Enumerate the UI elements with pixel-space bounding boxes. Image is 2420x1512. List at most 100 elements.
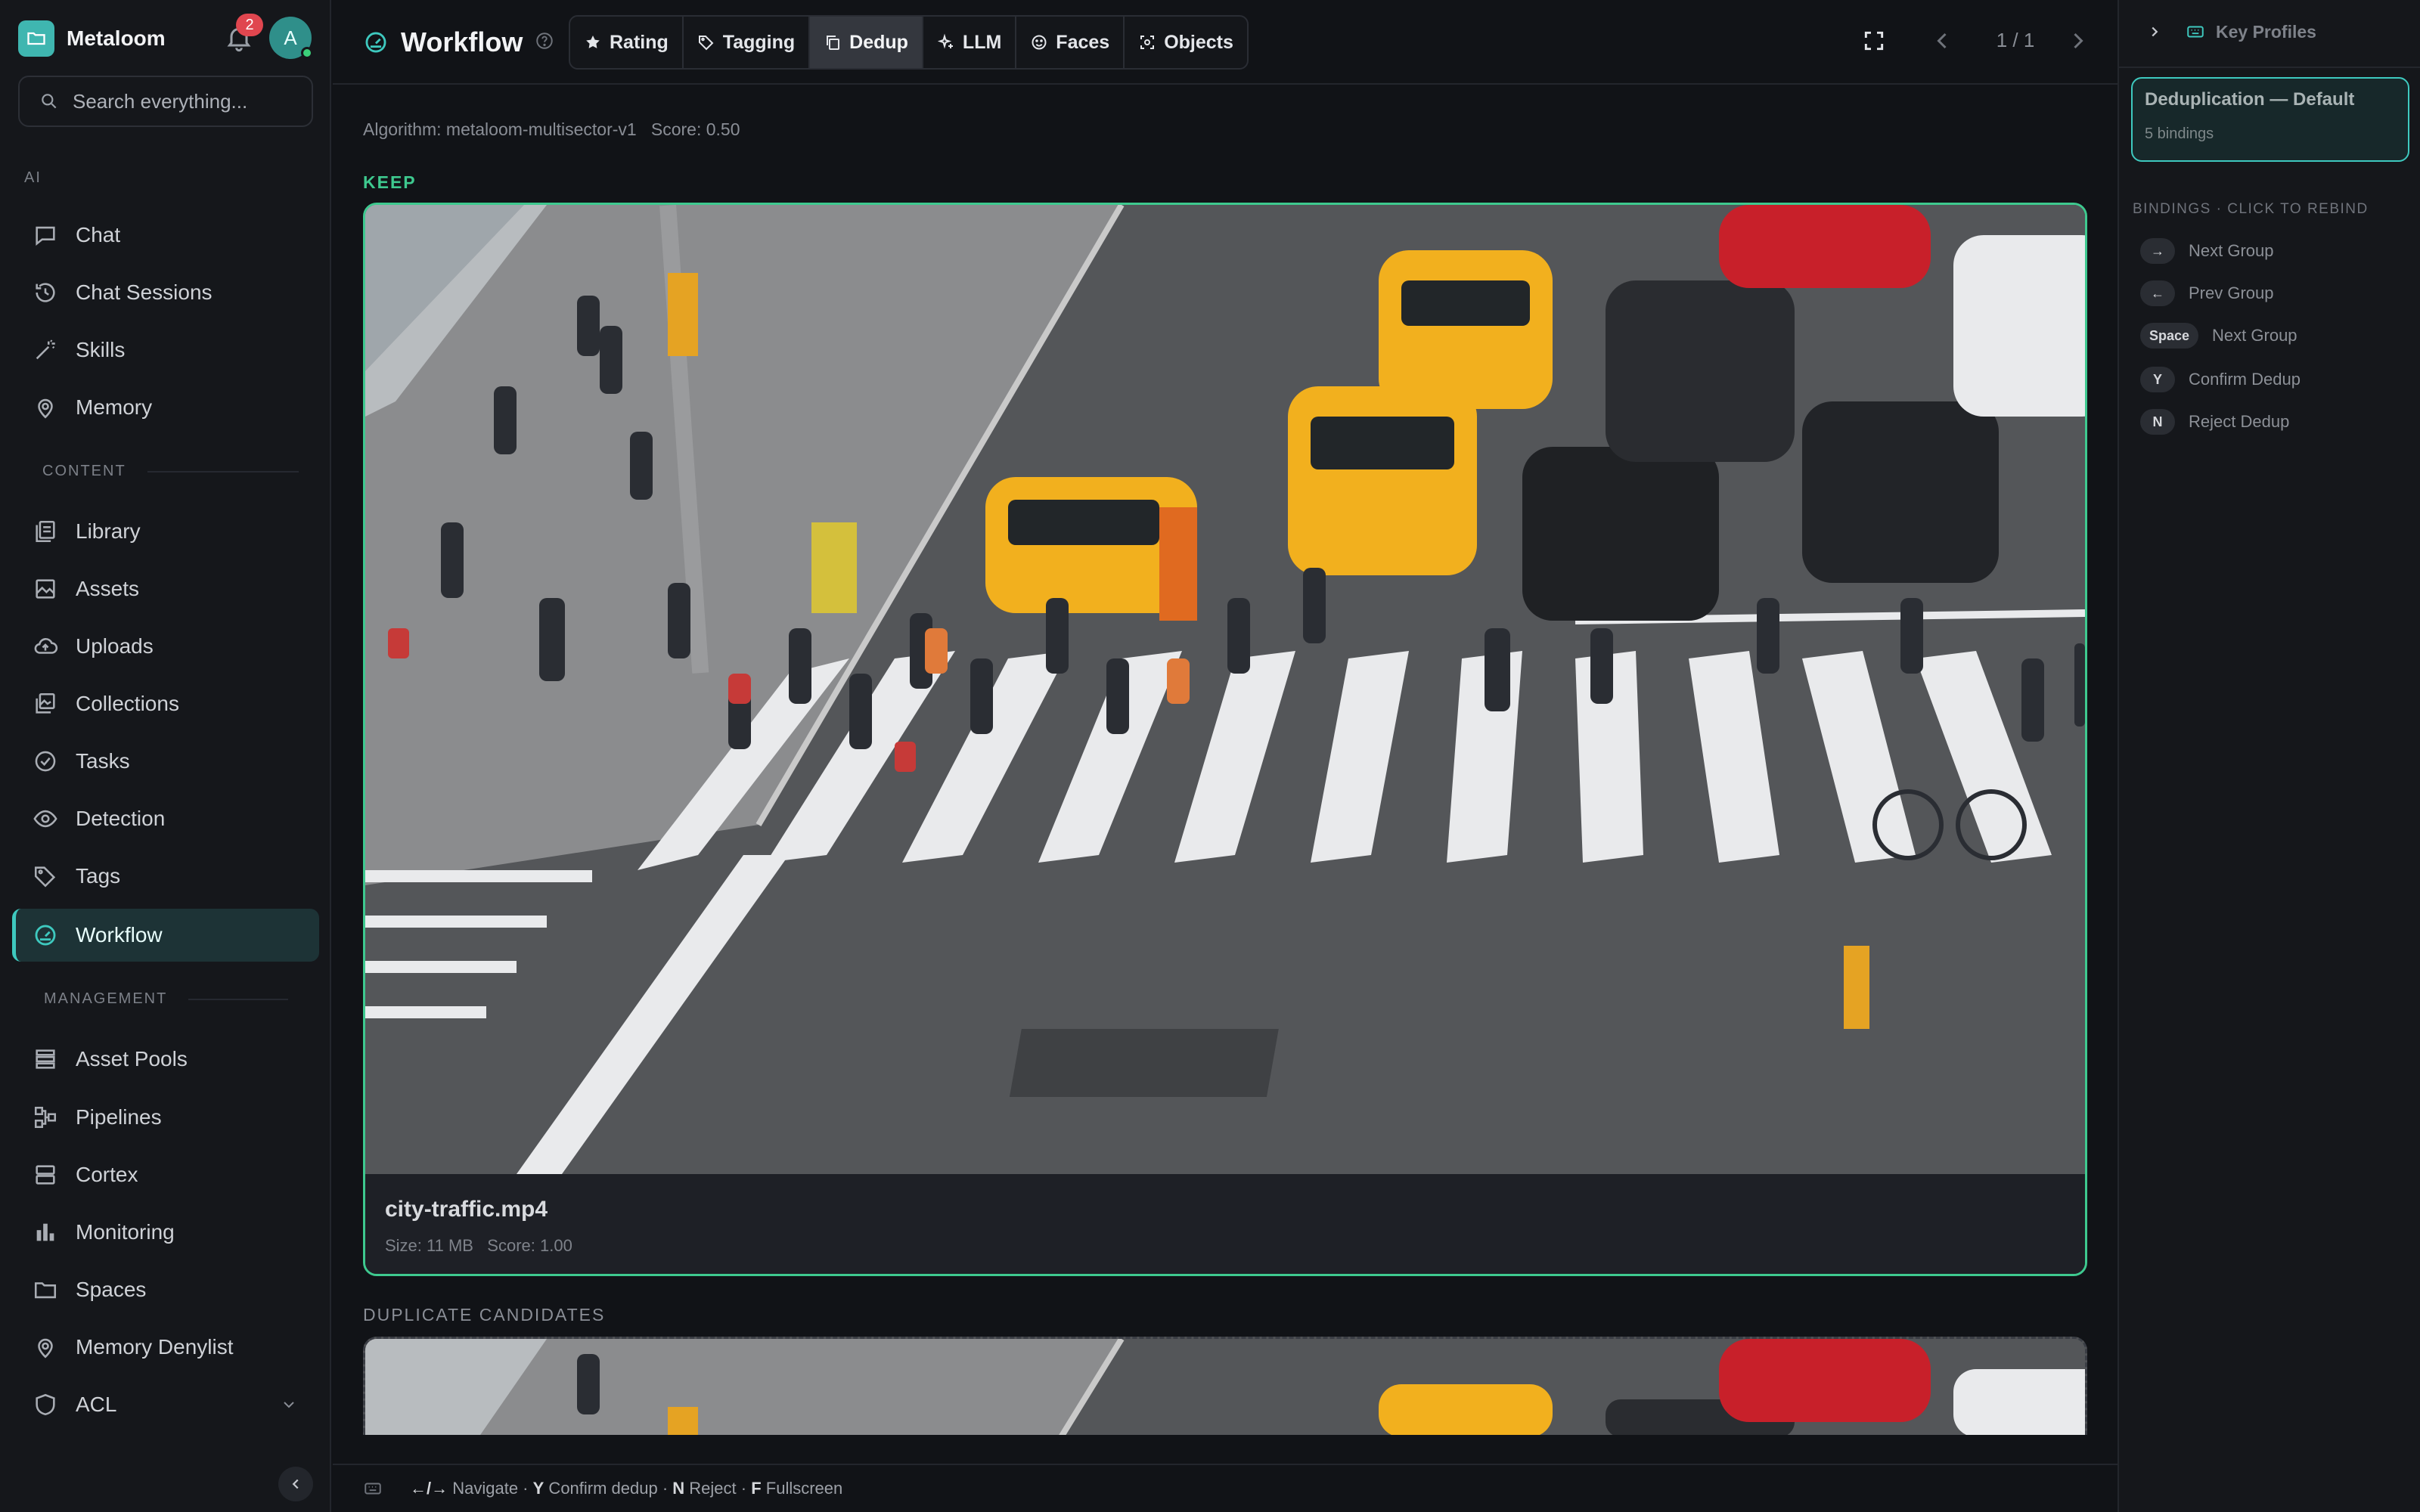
street-scene-image [365,205,2085,1174]
fullscreen-icon[interactable] [1862,29,1886,57]
page-title-group: Workflow [363,23,554,62]
binding-next-group[interactable]: → Next Group [2140,237,2274,265]
help-icon[interactable] [535,31,554,54]
duplicate-candidates-label: DUPLICATE CANDIDATES [363,1305,606,1325]
keyboard-icon [2186,22,2205,42]
history-icon [30,277,60,308]
sidebar-item-tasks[interactable]: Tasks [12,735,319,788]
tab-faces[interactable]: Faces [1016,17,1125,68]
tab-label: Dedup [849,31,908,53]
sidebar-item-pipelines[interactable]: Pipelines [12,1091,319,1144]
sidebar-item-label: Monitoring [76,1220,175,1244]
tab-label: Objects [1164,31,1233,53]
binding-action: Prev Group [2189,284,2274,302]
section-management-label: MANAGEMENT [44,990,289,1008]
copy-icon [824,33,842,51]
bar-chart-icon [30,1217,60,1247]
tab-label: Rating [610,31,669,53]
brain-icon [30,392,60,423]
sidebar-item-uploads[interactable]: Uploads [12,620,319,673]
brain-icon [30,1332,60,1362]
binding-confirm-dedup[interactable]: Y Confirm Dedup [2140,366,2301,393]
chevron-left-icon [292,1479,299,1489]
brand[interactable]: Metaloom [18,20,166,57]
pipeline-icon [30,1102,60,1132]
sidebar-item-label: Pipelines [76,1105,162,1129]
key-chip: N [2140,409,2175,435]
key-chip: ← [2140,280,2175,306]
sidebar-item-workflow[interactable]: Workflow [12,909,319,962]
face-icon [1030,33,1048,51]
divider [2119,67,2420,68]
sidebar-item-tags[interactable]: Tags [12,850,319,903]
sidebar-item-label: Uploads [76,634,154,658]
sidebar-item-label: Cortex [76,1163,138,1186]
binding-prev-group[interactable]: ← Prev Group [2140,280,2274,307]
key-chip: Y [2140,367,2175,392]
sidebar-item-label: Tasks [76,749,130,773]
sidebar-item-cortex[interactable]: Cortex [12,1148,319,1201]
sparkle-icon [937,33,955,51]
sidebar-item-spaces[interactable]: Spaces [12,1263,319,1316]
binding-action: Next Group [2189,241,2274,260]
gauge-icon [365,32,386,53]
sidebar-item-asset-pools[interactable]: Asset Pools [12,1033,319,1086]
collapse-sidebar-button[interactable] [278,1467,313,1501]
sidebar-item-memory-denylist[interactable]: Memory Denylist [12,1321,319,1374]
profile-binding-count: 5 bindings [2145,125,2214,142]
keep-card[interactable]: city-traffic.mp4 Size: 11 MB Score: 1.00 [363,203,2087,1276]
algorithm-info: Algorithm: metaloom-multisector-v1 Score… [363,119,740,139]
sidebar-item-label: Chat Sessions [76,280,213,304]
tag-icon [697,33,715,51]
prev-group-icon[interactable] [1928,27,1956,58]
eye-icon [30,804,60,834]
server-icon [30,1160,60,1190]
binding-space-next-group[interactable]: Space Next Group [2140,322,2297,349]
tab-dedup[interactable]: Dedup [810,17,923,68]
key-profiles-panel: Key Profiles Deduplication — Default 5 b… [2118,0,2420,1512]
binding-action: Confirm Dedup [2189,370,2301,389]
chevron-down-icon[interactable] [280,1395,298,1419]
tab-llm[interactable]: LLM [923,17,1017,68]
topbar: Workflow Rating Tagging Dedup LLM Faces … [333,0,2118,85]
tab-label: LLM [962,31,1002,53]
duplicate-candidate-card[interactable] [363,1337,2087,1435]
key-profiles-header[interactable]: Key Profiles [2146,18,2316,45]
sidebar-item-assets[interactable]: Assets [12,562,319,615]
tab-rating[interactable]: Rating [570,17,684,68]
gauge-icon [30,920,60,950]
sidebar-item-label: Memory Denylist [76,1335,234,1359]
scan-icon [1138,33,1156,51]
sidebar: Metaloom 2 A AI Chat Chat Sessions Skill… [0,0,331,1512]
key-profiles-title: Key Profiles [2216,21,2316,42]
search-input[interactable] [73,89,299,113]
tab-objects[interactable]: Objects [1125,17,1247,68]
sidebar-item-library[interactable]: Library [12,505,319,558]
video-thumbnail[interactable] [365,205,2085,1174]
collection-icon [30,689,60,719]
sidebar-item-collections[interactable]: Collections [12,677,319,730]
cloud-upload-icon [30,631,60,662]
sidebar-item-chat[interactable]: Chat [12,209,319,262]
image-icon [30,574,60,604]
chevron-right-icon [2152,26,2158,37]
section-content-label: CONTENT [42,463,299,480]
stack-icon [30,1044,60,1074]
sidebar-item-monitoring[interactable]: Monitoring [12,1206,319,1259]
next-group-icon[interactable] [2065,27,2092,58]
sidebar-item-label: Asset Pools [76,1047,188,1070]
keep-card-footer: city-traffic.mp4 Size: 11 MB Score: 1.00 [365,1174,2085,1274]
sidebar-item-skills[interactable]: Skills [12,324,319,376]
search-box[interactable] [18,76,313,127]
search-icon [42,94,57,109]
sidebar-item-detection[interactable]: Detection [12,792,319,845]
keep-label: KEEP [363,172,417,192]
sidebar-item-memory[interactable]: Memory [12,381,319,434]
binding-reject-dedup[interactable]: N Reject Dedup [2140,408,2289,435]
wand-icon [30,335,60,365]
tab-tagging[interactable]: Tagging [684,17,811,68]
sidebar-item-chat-sessions[interactable]: Chat Sessions [12,266,319,319]
profile-card-deduplication[interactable]: Deduplication — Default 5 bindings [2131,77,2409,162]
notification-badge: 2 [236,14,263,36]
sidebar-item-acl[interactable]: ACL [12,1378,319,1431]
